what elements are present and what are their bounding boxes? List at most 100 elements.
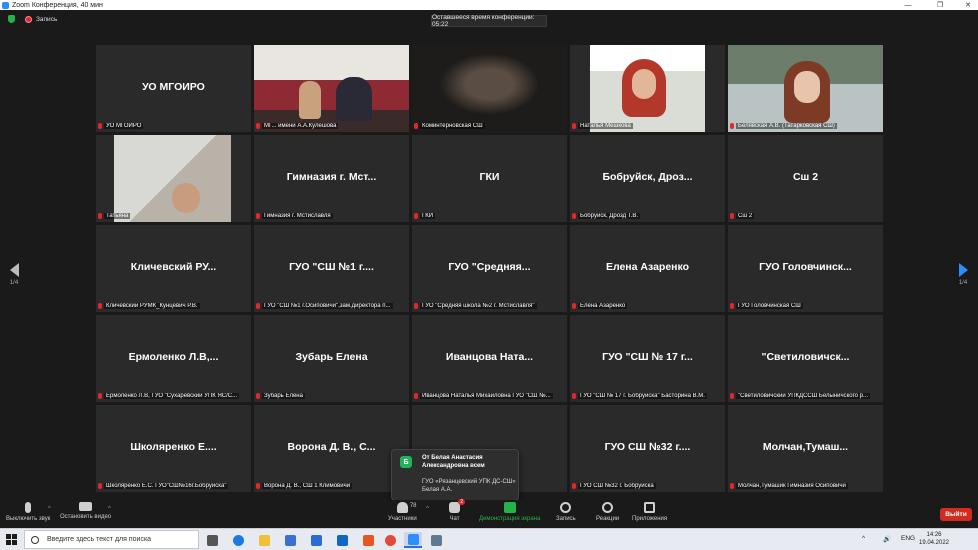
participant-name-caption: Ворона Д. В., СШ 1 Климовичи [256,481,407,490]
chat-sender: От Белая Анастасия Александровна всем [422,455,485,469]
chat-label: Чат [449,516,460,522]
stop-video-button[interactable]: Остановить видео [60,502,111,520]
close-icon[interactable]: ✕ [958,0,978,10]
record-button[interactable]: Запись [556,502,576,522]
language-indicator[interactable]: ENG [901,535,915,542]
minimize-icon[interactable]: — [898,0,918,10]
participant-name: ГУО "СШ №1 г.Осиповичи",зам.директора п.… [262,302,393,309]
muted-mic-icon [414,302,418,309]
zoom-icon[interactable] [404,532,422,548]
microphone-icon [25,502,32,513]
participant-name-caption: Татьяна [98,211,249,220]
participant-tile[interactable]: ГУО "СШ № 17 г... ГУО "СШ № 17 г. Бобруйс… [570,315,725,402]
muted-mic-icon [572,482,576,489]
participants-button[interactable]: 78 Участники [388,502,417,522]
participant-tile[interactable]: Зубарь Елена Зубарь Елена [254,315,409,402]
chat-button[interactable]: 2 Чат [449,499,465,522]
participant-name-caption: ГУО "Средняя школа №2 г. Мстиславля" [414,301,565,310]
file-explorer-icon-glyph [258,534,270,546]
taskbar-clock[interactable]: 14:26 19.04.2022 [914,531,954,547]
participant-display-name: ГУО "СШ №1 г.... [289,261,374,273]
file-explorer-icon[interactable] [255,532,273,548]
speaker-icon[interactable]: 🔊 [883,535,891,543]
participant-name-caption: Зубарь Елена [256,391,407,400]
share-screen-label: Демонстрация экрана [479,516,541,522]
participant-tile[interactable]: Иванцова Ната... Иванцова Наталья Михайло… [412,315,567,402]
outlook-icon[interactable] [333,532,351,548]
muted-mic-icon [572,392,576,399]
participant-tile[interactable]: Молчан,Тумаш... Молчан,Тумашик Гимназия О… [728,405,883,492]
task-view-icon[interactable] [203,532,221,548]
mute-button[interactable]: Выключить звук [6,502,50,522]
participant-video [254,45,409,132]
muted-mic-icon [256,482,260,489]
share-screen-button[interactable]: Демонстрация экрана [479,502,540,522]
record-label: Запись [556,516,576,522]
participant-tile[interactable]: ГУО Головчинск... ГУО Головчинская СШ [728,225,883,312]
office-icon[interactable] [359,532,377,548]
participant-tile[interactable]: Школяренко Е.... Школяренко Е.С. ГУО"СШ№1… [96,405,251,492]
participant-display-name: "Светиловичск... [761,351,850,363]
participant-tile[interactable]: Елена Азаренко Елена Азаренко [570,225,725,312]
participant-name: Елена Азаренко [578,302,628,309]
edge-icon[interactable] [229,532,247,548]
participant-tile[interactable]: ГКИ ГКИ [412,135,567,222]
store-icon[interactable] [281,532,299,548]
app-icon[interactable] [427,532,445,548]
participant-tile[interactable]: Белявская А.В. (Татарковская СШ) [728,45,883,132]
participant-display-name: ГУО "СШ № 17 г... [602,351,693,363]
next-page-button[interactable]: 1/4 [953,263,973,286]
arrow-left-icon [9,263,19,277]
restore-icon[interactable]: ❐ [930,0,950,10]
mail-icon[interactable] [307,532,325,548]
participant-tile[interactable]: Бобруйск, Дроз... Бобруйск, Дрозд Т.В. [570,135,725,222]
muted-mic-icon [256,122,260,129]
participant-display-name: Ермоленко Л.В,... [128,351,219,363]
windows-start-icon[interactable] [6,534,17,545]
tray-chevron-icon[interactable]: ^ [862,535,865,542]
participant-tile[interactable]: Ворона Д. В., С... Ворона Д. В., СШ 1 Кли… [254,405,409,492]
chrome-icon[interactable] [381,532,399,548]
participant-tile[interactable]: МГ... имени А.А.Кулешова [254,45,409,132]
participant-tile[interactable]: Коминтерновская СШ [412,45,567,132]
muted-mic-icon [256,212,260,219]
recording-dot-icon [25,15,32,23]
participant-tile[interactable]: ГУО "Средняя... ГУО "Средняя школа №2 г. … [412,225,567,312]
participant-tile[interactable]: Кличевский РУ... Кличевский РУМК_Кунцевич… [96,225,251,312]
clock-time: 14:26 [926,532,942,538]
taskbar-search[interactable]: Введите здесь текст для поиска [24,530,199,549]
participant-name: Татьяна [104,212,131,219]
participant-tile[interactable]: Наталья Мешкова [570,45,725,132]
participant-tile[interactable]: УО МГОИРО УО МГОИРО [96,45,251,132]
video-options-caret-icon[interactable]: ^ [108,506,111,512]
participant-tile[interactable]: ГУО СШ №32 г.... ГУО СШ №32 г. Бобруйска [570,405,725,492]
participant-name-caption: Сш 2 [730,211,881,220]
participant-video [114,135,231,222]
participant-tile[interactable]: Татьяна [96,135,251,222]
participant-tile[interactable]: "Светиловичск... "Светиловичский УПКДССШ … [728,315,883,402]
participant-tile[interactable]: Гимназия г. Мст... Гимназия г. Мстиславля [254,135,409,222]
video-label: Остановить видео [60,514,112,520]
reactions-button[interactable]: Реакции [596,502,619,522]
participant-name: МГ... имени А.А.Кулешова [262,122,339,129]
participant-display-name: Гимназия г. Мст... [286,171,377,183]
participants-caret-icon[interactable]: ^ [426,506,429,512]
record-icon [560,502,572,513]
chat-notification[interactable]: Б От Белая Анастасия Александровна всем … [391,449,519,501]
meeting-timer: Оставшееся время конференции: 05:22 [431,14,547,28]
store-icon-glyph [284,534,296,546]
leave-button[interactable]: Выйти [940,508,972,521]
participant-name-caption: МГ... имени А.А.Кулешова [256,121,407,130]
participant-name: Зубарь Елена [262,392,305,399]
participant-tile[interactable]: Ермоленко Л.В,... Ермоленко Л.В, ГУО "Сух… [96,315,251,402]
recording-indicator[interactable]: Запись [8,15,57,23]
participant-display-name: Зубарь Елена [295,351,368,363]
participant-tile[interactable]: Сш 2 Сш 2 [728,135,883,222]
participant-tile[interactable]: ГУО "СШ №1 г.... ГУО "СШ №1 г.Осиповичи",… [254,225,409,312]
participant-name: "Светиловичский УПКДССШ Белыничского р..… [736,392,871,399]
prev-page-button[interactable]: 1/4 [4,263,24,286]
participant-display-name: ГУО "Средняя... [448,261,531,273]
audio-options-caret-icon[interactable]: ^ [48,506,51,512]
clock-date: 19.04.2022 [918,540,950,546]
apps-button[interactable]: Приложения [632,502,667,522]
